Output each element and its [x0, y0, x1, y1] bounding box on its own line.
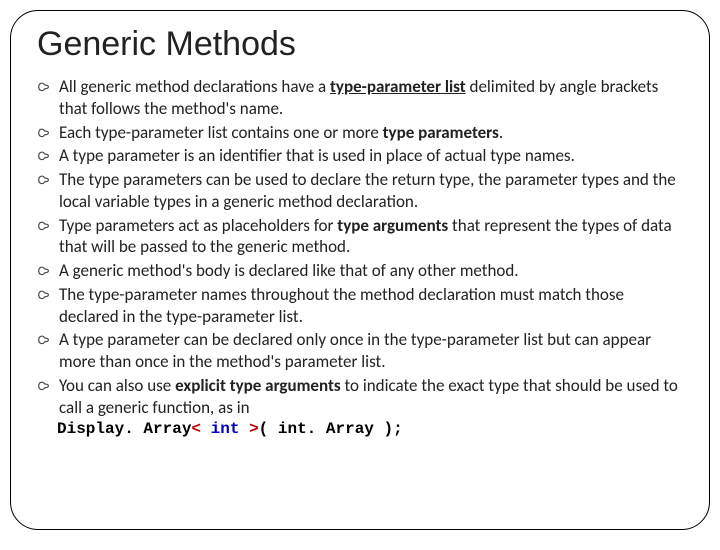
code-token: Display. Array: [57, 420, 191, 438]
bullet-icon: [37, 125, 51, 145]
bullet-icon: [37, 148, 51, 168]
bullet-text: Each type-parameter list contains one or…: [59, 122, 383, 143]
bullet-icon: [37, 79, 51, 99]
bullet-item: Each type-parameter list contains one or…: [37, 122, 683, 144]
bullet-text: The type parameters can be used to decla…: [59, 169, 676, 212]
bullet-text: Type parameters act as placeholders for: [59, 215, 337, 236]
bullet-text: The type-parameter names throughout the …: [59, 284, 624, 327]
code-token: <: [191, 420, 201, 438]
code-token: ( int. Array );: [259, 420, 403, 438]
bullet-text: A type parameter is an identifier that i…: [59, 145, 575, 166]
bullet-text: All generic method declarations have a: [59, 76, 330, 97]
bullet-icon: [37, 378, 51, 398]
code-token: int: [211, 420, 240, 438]
bullet-text: A generic method's body is declared like…: [59, 260, 519, 281]
bullet-item: The type parameters can be used to decla…: [37, 169, 683, 213]
bullet-icon: [37, 287, 51, 307]
bullet-text: type arguments: [337, 215, 448, 236]
bullet-text: You can also use: [59, 375, 175, 396]
code-line: Display. Array< int >( int. Array );: [57, 420, 685, 438]
bullet-item: A type parameter can be declared only on…: [37, 329, 683, 373]
bullet-item: A type parameter is an identifier that i…: [37, 145, 683, 167]
bullet-item: Type parameters act as placeholders for …: [37, 215, 683, 259]
bullet-icon: [37, 218, 51, 238]
slide-title: Generic Methods: [37, 25, 685, 64]
code-token: [201, 420, 211, 438]
code-token: [239, 420, 249, 438]
code-token: >: [249, 420, 259, 438]
bullet-item: A generic method's body is declared like…: [37, 260, 683, 282]
bullet-text: type parameters: [383, 122, 499, 143]
bullet-item: The type-parameter names throughout the …: [37, 284, 683, 328]
bullet-text: A type parameter can be declared only on…: [59, 329, 651, 372]
slide-frame: Generic Methods All generic method decla…: [10, 10, 710, 530]
bullet-item: You can also use explicit type arguments…: [37, 375, 683, 419]
bullet-list: All generic method declarations have a t…: [35, 76, 685, 418]
bullet-icon: [37, 172, 51, 192]
bullet-text: explicit type arguments: [175, 375, 341, 396]
bullet-item: All generic method declarations have a t…: [37, 76, 683, 120]
bullet-text: .: [499, 122, 503, 143]
bullet-text: type-parameter list: [330, 76, 466, 97]
bullet-icon: [37, 263, 51, 283]
bullet-icon: [37, 332, 51, 352]
